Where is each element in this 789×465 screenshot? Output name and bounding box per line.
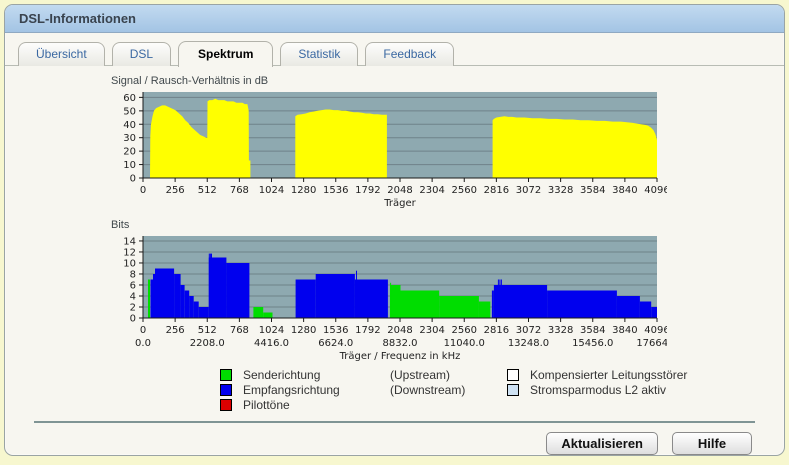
svg-text:4: 4	[130, 291, 136, 302]
flag-swatch-leitungsstoerer-icon	[507, 368, 519, 381]
page-title: DSL-Informationen	[19, 11, 136, 26]
svg-text:1024: 1024	[259, 185, 284, 196]
legend-note-upstream: (Upstream)	[390, 367, 451, 382]
bits-chart-wrap: 0 2 4 6 8 10 12 14 0 0.0 256 512 2208.0 768 1024 4416.0…	[105, 232, 784, 364]
bits-chart-title: Bits	[111, 219, 130, 231]
button-row: Aktualisieren Hilfe	[5, 423, 784, 455]
svg-text:0: 0	[140, 325, 146, 336]
tab-dsl[interactable]: DSL	[111, 42, 172, 66]
svg-text:3328: 3328	[548, 185, 573, 196]
snr-chart: 0 10 20 30 40 50 60 0 256 512 768 1024 1280 1536 1792 2…	[123, 92, 670, 209]
svg-text:40: 40	[123, 120, 136, 131]
svg-text:3584: 3584	[580, 325, 605, 336]
snr-chart-title: Signal / Rausch-Verhältnis in dB	[111, 75, 269, 87]
svg-text:2816: 2816	[484, 325, 509, 336]
svg-text:11040.0: 11040.0	[444, 338, 485, 349]
svg-text:2816: 2816	[484, 185, 509, 196]
svg-text:Träger: Träger	[383, 198, 416, 209]
svg-text:2: 2	[130, 302, 136, 313]
svg-text:6624.0: 6624.0	[318, 338, 353, 349]
svg-text:10: 10	[123, 160, 136, 171]
legend-row-pilot: Pilottöne	[220, 397, 784, 412]
svg-text:6: 6	[130, 280, 136, 291]
svg-text:0: 0	[130, 174, 136, 185]
svg-text:15456.0: 15456.0	[572, 338, 613, 349]
svg-text:512: 512	[198, 325, 217, 336]
pilot-swatch-icon	[220, 398, 232, 411]
tab-feedback[interactable]: Feedback	[365, 42, 455, 66]
svg-text:50: 50	[123, 106, 136, 117]
svg-text:2560: 2560	[452, 185, 477, 196]
svg-text:4096: 4096	[644, 185, 667, 196]
svg-text:3072: 3072	[516, 185, 541, 196]
svg-text:4416.0: 4416.0	[254, 338, 289, 349]
svg-text:1792: 1792	[355, 325, 380, 336]
svg-text:768: 768	[230, 185, 249, 196]
tab-uebersicht[interactable]: Übersicht	[18, 42, 105, 66]
legend: Senderichtung (Upstream) Kompensierter L…	[220, 367, 784, 412]
svg-text:2304: 2304	[419, 185, 444, 196]
flag-swatch-stromsparmodus-icon	[507, 383, 519, 396]
dsl-informationen-window: DSL-Informationen Übersicht DSL Spektrum…	[4, 4, 785, 456]
svg-text:2048: 2048	[387, 185, 412, 196]
svg-text:13248.0: 13248.0	[508, 338, 549, 349]
legend-label-downstream: Empfangsrichtung	[243, 382, 340, 397]
svg-text:2048: 2048	[387, 325, 412, 336]
svg-text:1280: 1280	[291, 185, 316, 196]
refresh-button[interactable]: Aktualisieren	[546, 432, 658, 455]
svg-text:1536: 1536	[323, 325, 348, 336]
tab-spektrum[interactable]: Spektrum	[178, 41, 274, 67]
svg-text:12: 12	[123, 247, 136, 258]
legend-row-upstream: Senderichtung (Upstream) Kompensierter L…	[220, 367, 784, 382]
svg-text:256: 256	[166, 185, 185, 196]
svg-text:17664.0: 17664.0	[636, 338, 667, 349]
upstream-swatch-icon	[220, 368, 232, 381]
svg-text:256: 256	[166, 325, 185, 336]
svg-text:2304: 2304	[419, 325, 444, 336]
window-titlebar: DSL-Informationen	[5, 5, 784, 33]
svg-text:3584: 3584	[580, 185, 605, 196]
svg-text:20: 20	[123, 147, 136, 158]
legend-label-upstream: Senderichtung	[243, 367, 321, 382]
svg-text:2208.0: 2208.0	[190, 338, 225, 349]
svg-text:8: 8	[130, 269, 136, 280]
svg-text:3840: 3840	[612, 185, 637, 196]
svg-text:14: 14	[123, 236, 136, 247]
svg-text:2560: 2560	[452, 325, 477, 336]
svg-text:3072: 3072	[516, 325, 541, 336]
tab-bar: Übersicht DSL Spektrum Statistik Feedbac…	[5, 33, 784, 67]
snr-chart-wrap: 0 10 20 30 40 50 60 0 256 512 768 1024 1280 1536 1792 2…	[105, 88, 784, 210]
legend-label-pilot: Pilottöne	[243, 397, 290, 412]
legend-note-downstream: (Downstream)	[390, 382, 466, 397]
svg-text:0: 0	[130, 314, 136, 325]
svg-text:Träger / Frequenz in kHz: Träger / Frequenz in kHz	[339, 351, 461, 362]
help-button[interactable]: Hilfe	[672, 432, 752, 455]
svg-text:768: 768	[230, 325, 249, 336]
svg-text:4096: 4096	[644, 325, 667, 336]
svg-text:0: 0	[140, 185, 146, 196]
svg-text:30: 30	[123, 133, 136, 144]
legend-row-downstream: Empfangsrichtung (Downstream) Stromsparm…	[220, 382, 784, 397]
svg-text:1024: 1024	[259, 325, 284, 336]
svg-text:1280: 1280	[291, 325, 316, 336]
svg-text:3840: 3840	[612, 325, 637, 336]
svg-text:512: 512	[198, 185, 217, 196]
svg-text:8832.0: 8832.0	[383, 338, 418, 349]
bits-chart: 0246810121400.0256 5122208.0768 10244416.0…	[123, 236, 678, 362]
svg-text:1536: 1536	[323, 185, 348, 196]
legend-label-stromsparmodus: Stromsparmodus L2 aktiv	[530, 382, 667, 397]
legend-label-leitungsstoerer: Kompensierter Leitungsstörer	[530, 367, 688, 382]
svg-text:0.0: 0.0	[135, 338, 151, 349]
downstream-swatch-icon	[220, 383, 232, 396]
svg-text:10: 10	[123, 258, 136, 269]
svg-text:1792: 1792	[355, 185, 380, 196]
tab-statistik[interactable]: Statistik	[280, 42, 359, 66]
svg-text:60: 60	[123, 93, 136, 104]
svg-text:3328: 3328	[548, 325, 573, 336]
